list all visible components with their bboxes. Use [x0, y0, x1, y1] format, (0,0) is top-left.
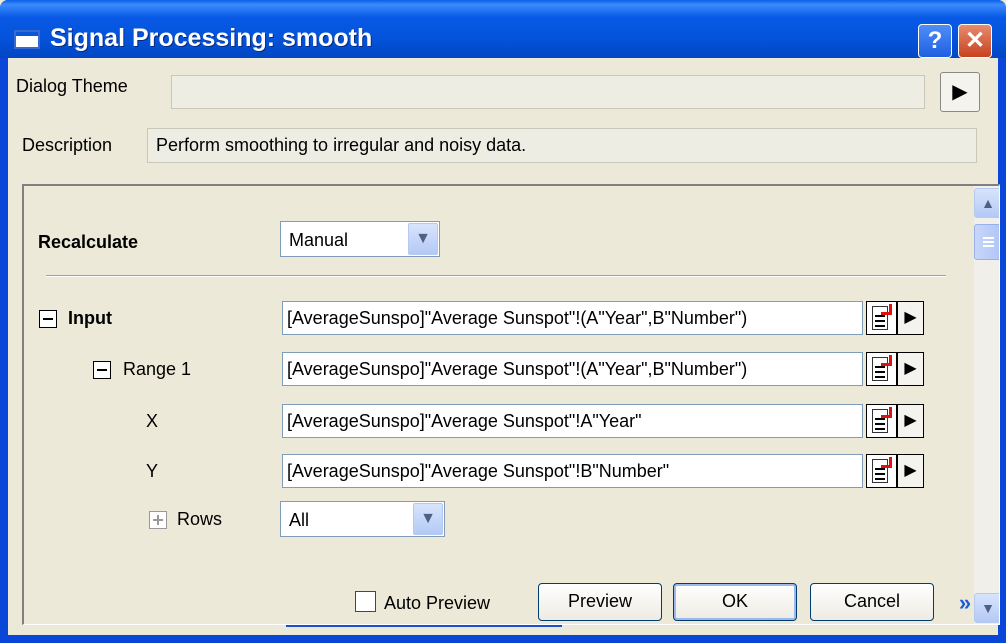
auto-preview-checkbox[interactable]: [355, 591, 376, 612]
help-button[interactable]: ?: [918, 24, 952, 58]
x-label: X: [146, 411, 159, 431]
select-range-icon[interactable]: [866, 301, 897, 335]
dialog-client: Dialog Theme ▶ Description Perform smoot…: [8, 58, 1000, 635]
rows-label: Rows: [177, 509, 223, 529]
scroll-up-icon[interactable]: ▲: [974, 188, 999, 218]
range1-arrow-button[interactable]: ▶: [897, 352, 924, 386]
recalculate-label: Recalculate: [38, 232, 139, 252]
expand-icon[interactable]: [149, 511, 167, 529]
dialog-theme-label: Dialog Theme: [16, 76, 128, 96]
select-range-icon[interactable]: [866, 352, 897, 386]
select-range-icon[interactable]: [866, 404, 897, 438]
chevron-down-icon[interactable]: ▼: [408, 223, 438, 255]
preview-button[interactable]: Preview: [538, 583, 662, 621]
window-title: Signal Processing: smooth: [50, 24, 373, 52]
collapse-icon[interactable]: [93, 361, 111, 379]
input-label: Input: [68, 308, 112, 328]
x-range-field[interactable]: [AverageSunspo]"Average Sunspot"!A"Year": [282, 404, 863, 438]
input-range-field[interactable]: [AverageSunspo]"Average Sunspot"!(A"Year…: [282, 301, 863, 335]
rows-select[interactable]: All ▼: [280, 501, 445, 537]
auto-preview-label[interactable]: Auto Preview: [384, 593, 490, 614]
y-range-field[interactable]: [AverageSunspo]"Average Sunspot"!B"Numbe…: [282, 454, 863, 488]
theme-arrow-button[interactable]: ▶: [940, 72, 980, 112]
dialog-window: Signal Processing: smooth ? ✕ Dialog The…: [0, 0, 1006, 643]
vertical-scrollbar[interactable]: ▲ ▼: [974, 186, 999, 624]
divider: [46, 275, 946, 277]
chevron-down-icon[interactable]: ▼: [413, 503, 443, 535]
recalculate-select[interactable]: Manual ▼: [280, 221, 440, 257]
scroll-thumb[interactable]: [974, 224, 999, 260]
range1-field[interactable]: [AverageSunspo]"Average Sunspot"!(A"Year…: [282, 352, 863, 386]
rows-value: All: [289, 510, 310, 530]
y-arrow-button[interactable]: ▶: [897, 454, 924, 488]
title-bar[interactable]: Signal Processing: smooth ? ✕: [0, 0, 1006, 58]
settings-panel: Recalculate Manual ▼ Input [AverageSunsp…: [22, 184, 1000, 625]
input-arrow-button[interactable]: ▶: [897, 301, 924, 335]
description-label: Description: [22, 135, 113, 155]
select-range-icon[interactable]: [866, 454, 897, 488]
cancel-button[interactable]: Cancel: [810, 583, 934, 621]
x-arrow-button[interactable]: ▶: [897, 404, 924, 438]
recalculate-value: Manual: [289, 230, 349, 250]
expand-dialog-icon[interactable]: »: [950, 589, 980, 617]
collapse-icon[interactable]: [39, 310, 57, 328]
focus-line: [286, 625, 562, 627]
ok-button[interactable]: OK: [673, 583, 797, 621]
description-field: Perform smoothing to irregular and noisy…: [147, 128, 977, 163]
range1-label: Range 1: [123, 359, 192, 379]
window-icon: [14, 30, 40, 49]
dialog-theme-field[interactable]: [171, 75, 925, 109]
close-button[interactable]: ✕: [958, 24, 992, 58]
y-label: Y: [146, 461, 159, 481]
